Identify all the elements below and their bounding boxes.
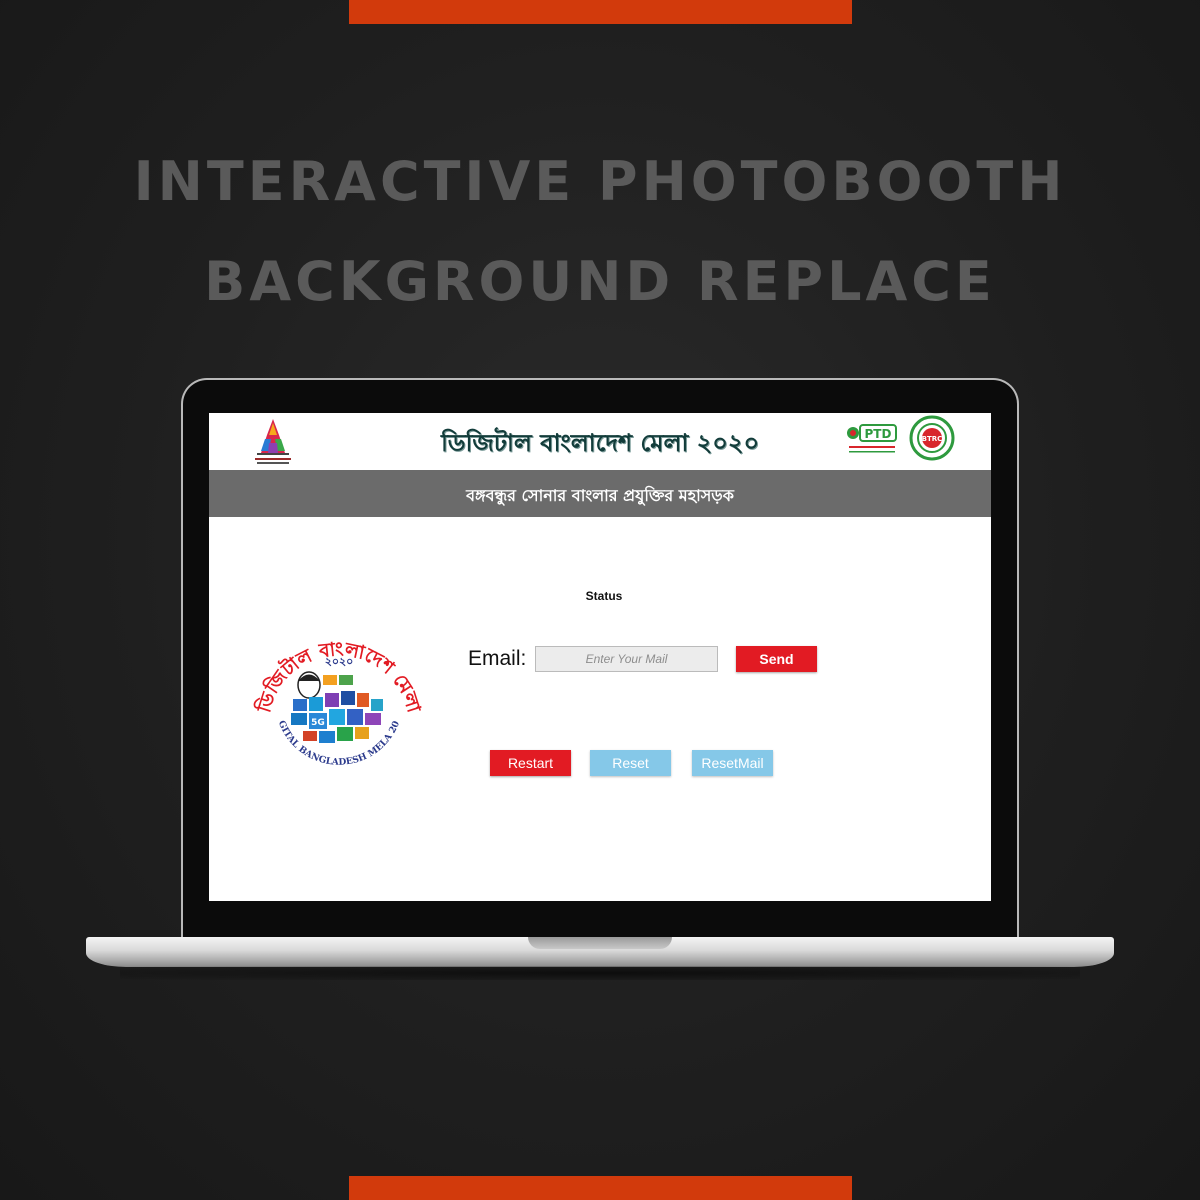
fair-logo-year: ২০২০ <box>325 655 354 668</box>
laptop-shadow <box>120 966 1080 980</box>
app-subheader: বঙ্গবন্ধুর সোনার বাংলার প্রযুক্তির মহাসড… <box>209 470 991 517</box>
app-header: ডিজিটাল বাংলাদেশ মেলা ২০২০ PTD BTRC <box>209 413 991 470</box>
email-input[interactable] <box>535 646 718 672</box>
headline-line-2: BACKGROUND REPLACE <box>204 250 996 313</box>
ptd-logo: PTD <box>847 424 897 453</box>
email-label: Email: <box>468 647 527 670</box>
reset-button[interactable]: Reset <box>590 750 671 776</box>
digital-bangladesh-mela-logo: ডিজিটাল বাংলাদেশ মেলা ২০২০ 5G GITAL BANG… <box>249 613 425 783</box>
bottom-accent-bar <box>349 1176 852 1200</box>
top-accent-bar <box>349 0 852 24</box>
send-button[interactable]: Send <box>736 646 817 672</box>
btrc-logo: BTRC <box>909 415 955 461</box>
btrc-logo-text: BTRC <box>922 435 943 443</box>
restart-button[interactable]: Restart <box>490 750 571 776</box>
laptop-notch <box>528 937 672 949</box>
ptd-logo-text: PTD <box>865 427 892 441</box>
svg-text:5G: 5G <box>311 718 325 728</box>
reset-mail-button[interactable]: ResetMail <box>692 750 773 776</box>
headline-line-1: INTERACTIVE PHOTOBOOTH <box>133 150 1067 213</box>
status-label: Status <box>585 589 623 603</box>
app-subtitle: বঙ্গবন্ধুর সোনার বাংলার প্রযুক্তির মহাসড… <box>466 486 734 505</box>
app-screen: ডিজিটাল বাংলাদেশ মেলা ২০২০ PTD BTRC বঙ্গ… <box>209 413 991 901</box>
